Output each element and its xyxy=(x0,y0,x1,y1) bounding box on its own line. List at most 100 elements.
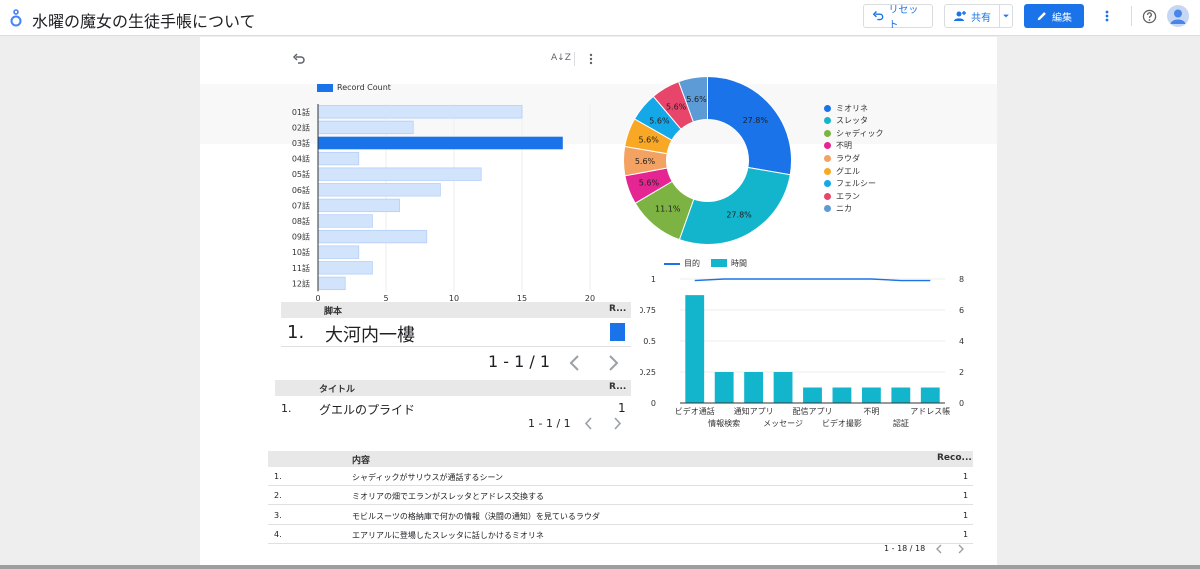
content-row-text: ミオリアの畑でエランがスレッタとアドレス交換する xyxy=(352,492,544,502)
script-next-page-icon[interactable] xyxy=(604,353,622,373)
add-person-icon xyxy=(954,11,966,21)
combo-right-tick-label: 4 xyxy=(959,337,964,346)
content-prev-page-icon[interactable] xyxy=(934,543,944,555)
donut-slice-label: 5.6% xyxy=(638,135,659,144)
donut-slice-label: 27.8% xyxy=(726,210,752,219)
combo-bar xyxy=(744,372,764,403)
bottom-scroll-bar[interactable] xyxy=(0,565,1200,569)
donut-slice-label: 5.6% xyxy=(639,178,660,187)
undo-icon xyxy=(872,11,884,21)
content-table-row[interactable]: 1. シャディックがサリウスが通話するシーン 1 xyxy=(268,467,973,486)
content-next-page-icon[interactable] xyxy=(956,543,966,555)
script-pagination: 1 - 1 / 1 xyxy=(488,352,551,371)
donut-legend-dot xyxy=(824,142,831,150)
donut-legend-dot xyxy=(824,129,831,137)
content-row-number: 3. xyxy=(274,510,282,520)
bar-category-label: 12話 xyxy=(292,278,310,288)
combo-bar xyxy=(920,387,940,403)
content-row-value: 1 xyxy=(963,529,969,539)
donut-legend-label: ニカ xyxy=(836,204,852,214)
combo-category-label: 配信アプリ xyxy=(793,406,833,416)
line-legend-swatch xyxy=(664,263,680,265)
content-table-row[interactable]: 3. モビルスーツの格納庫で何かの情報（決闘の通知）を見ているラウダ 1 xyxy=(268,506,973,525)
script-row-number: 1. xyxy=(287,322,305,343)
combo-category-label: ビデオ通話 xyxy=(675,406,715,416)
more-vertical-icon xyxy=(1105,10,1109,22)
bar-category-label: 08話 xyxy=(292,216,310,226)
bar2-legend-label: 時間 xyxy=(731,259,747,268)
bar xyxy=(317,151,360,166)
combo-category-label: 情報検索 xyxy=(708,418,740,428)
bar xyxy=(317,214,373,228)
donut-slice-label: 11.1% xyxy=(655,205,681,214)
title-prev-page-icon[interactable] xyxy=(583,416,595,431)
combo-bar xyxy=(685,295,705,403)
title-row-text: グエルのプライド xyxy=(319,403,416,417)
content-row-number: 2. xyxy=(274,491,282,501)
bar xyxy=(317,276,346,291)
donut-legend-item: ニカ xyxy=(824,203,852,215)
purpose-time-combo-chart: 0 0.25 0.5 0.75 1 0 2 4 6 8 ビデオ通話情報検索 通知アプリメッセージ 配信ア… xyxy=(640,275,964,428)
combo-left-tick-label: 0.75 xyxy=(640,306,656,315)
combo-bar xyxy=(832,387,852,403)
donut-legend-dot xyxy=(824,192,831,200)
share-dropdown-button[interactable] xyxy=(999,4,1013,28)
donut-legend-item: ラウダ xyxy=(824,152,860,164)
script-table-header: 脚本 R... xyxy=(281,302,631,318)
title-row-value: 1 xyxy=(618,401,626,415)
content-row-value: 1 xyxy=(963,491,969,501)
report-title[interactable]: 水曜の魔女の生徒手帳について xyxy=(32,8,256,32)
sort-icon[interactable]: A↓Z xyxy=(551,53,571,63)
donut-legend-label: ラウダ xyxy=(836,153,860,163)
donut-legend-item: エラン xyxy=(824,190,860,202)
donut-legend-label: スレッタ xyxy=(836,116,868,126)
script-col-header[interactable]: 脚本 xyxy=(324,304,342,317)
title-table-header: タイトル R... xyxy=(275,380,631,396)
combo-category-label: ビデオ撮影 xyxy=(822,418,862,428)
reset-label: リセット xyxy=(888,5,919,31)
content-count-col-header[interactable]: Reco... xyxy=(937,453,972,463)
combo-right-tick-label: 6 xyxy=(959,306,964,315)
script-prev-page-icon[interactable] xyxy=(566,353,584,373)
bar-category-label: 02話 xyxy=(292,122,310,132)
combo-left-tick-label: 0 xyxy=(651,399,656,408)
help-button[interactable] xyxy=(1138,5,1160,27)
donut-slice-label: 5.6% xyxy=(649,117,670,126)
combo-category-label: アドレス帳 xyxy=(910,406,950,416)
content-table-row[interactable]: 4. エアリアルに登場したスレッタに話しかけるミオリネ 1 xyxy=(268,525,973,544)
donut-legend-item: ミオリネ xyxy=(824,102,868,114)
title-row-number: 1. xyxy=(281,402,292,415)
edit-button[interactable]: 編集 xyxy=(1024,4,1084,28)
content-table-body: 1. シャディックがサリウスが通話するシーン 1 2. ミオリアの畑でエランがスレッタと… xyxy=(268,467,973,544)
content-row-text: エアリアルに登場したスレッタに話しかけるミオリネ xyxy=(352,530,544,540)
content-row-value: 1 xyxy=(963,472,969,481)
undo-chart-icon[interactable] xyxy=(292,52,306,66)
bar xyxy=(317,105,523,119)
content-row-number: 1. xyxy=(274,472,282,481)
donut-slice-label: 5.6% xyxy=(686,95,707,104)
content-col-header[interactable]: 内容 xyxy=(352,453,370,466)
title-next-page-icon[interactable] xyxy=(611,416,623,431)
combo-category-label: 通知アプリ xyxy=(734,406,774,416)
combo-category-label: メッセージ xyxy=(763,419,803,428)
donut-legend-label: フェルシー xyxy=(836,179,876,189)
script-count-col-header[interactable]: R... xyxy=(609,304,626,314)
reset-button[interactable]: リセット xyxy=(863,4,933,31)
chart-more-icon[interactable] xyxy=(584,52,598,66)
bar xyxy=(317,198,400,213)
share-button[interactable]: 共有 xyxy=(944,4,1000,28)
donut-slice-label: 5.6% xyxy=(666,102,687,111)
donut-slice-label: 5.6% xyxy=(635,157,656,166)
more-options-button[interactable] xyxy=(1096,5,1118,27)
title-count-col-header[interactable]: R... xyxy=(609,382,626,392)
character-donut-chart: 27.8%27.8%11.1%5.6%5.6%5.6%5.6%5.6%5.6% xyxy=(623,75,792,245)
donut-slice xyxy=(678,166,791,245)
account-avatar[interactable] xyxy=(1167,5,1189,27)
content-table-row[interactable]: 2. ミオリアの畑でエランがスレッタとアドレス交換する 1 xyxy=(268,486,973,506)
content-row-text: モビルスーツの格納庫で何かの情報（決闘の通知）を見ているラウダ xyxy=(352,511,600,521)
bar xyxy=(317,229,428,244)
toolbar-divider xyxy=(1131,6,1132,26)
bar xyxy=(317,261,373,275)
donut-legend-label: 不明 xyxy=(836,141,852,151)
title-col-header[interactable]: タイトル xyxy=(319,382,355,395)
